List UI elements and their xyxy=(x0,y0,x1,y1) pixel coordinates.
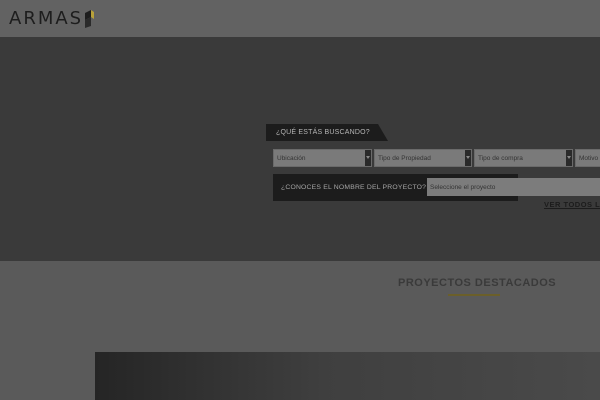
featured-project-card[interactable] xyxy=(95,352,600,400)
project-select-input[interactable] xyxy=(427,178,600,196)
featured-title-underline xyxy=(448,294,500,296)
featured-projects-title: PROYECTOS DESTACADOS xyxy=(398,277,557,289)
purchase-type-select[interactable]: Tipo de compra xyxy=(474,149,573,167)
search-filters: Ubicación Tipo de Propiedad Tipo de comp… xyxy=(272,149,600,167)
search-tab-label: ¿QUÉ ESTÁS BUSCANDO? xyxy=(276,129,370,136)
property-type-select[interactable]: Tipo de Propiedad xyxy=(374,149,472,167)
chevron-down-icon xyxy=(566,150,572,166)
motive-select-value: Motivo de xyxy=(579,155,600,162)
site-header: ARMAS xyxy=(0,0,600,37)
location-select-value: Ubicación xyxy=(277,155,306,162)
purchase-type-select-value: Tipo de compra xyxy=(478,155,523,162)
motive-select[interactable]: Motivo de xyxy=(575,149,600,167)
logo-text: ARMAS xyxy=(9,8,84,29)
property-type-select-value: Tipo de Propiedad xyxy=(378,155,431,162)
project-search-label: ¿CONOCES EL NOMBRE DEL PROYECTO? xyxy=(281,184,427,191)
logo-mark-icon xyxy=(85,10,95,28)
view-all-link[interactable]: VER TODOS LO xyxy=(544,200,600,209)
chevron-down-icon xyxy=(365,150,371,166)
chevron-down-icon xyxy=(465,150,471,166)
armas-logo[interactable]: ARMAS xyxy=(9,8,95,29)
location-select[interactable]: Ubicación xyxy=(273,149,372,167)
search-tab[interactable]: ¿QUÉ ESTÁS BUSCANDO? xyxy=(266,124,388,141)
